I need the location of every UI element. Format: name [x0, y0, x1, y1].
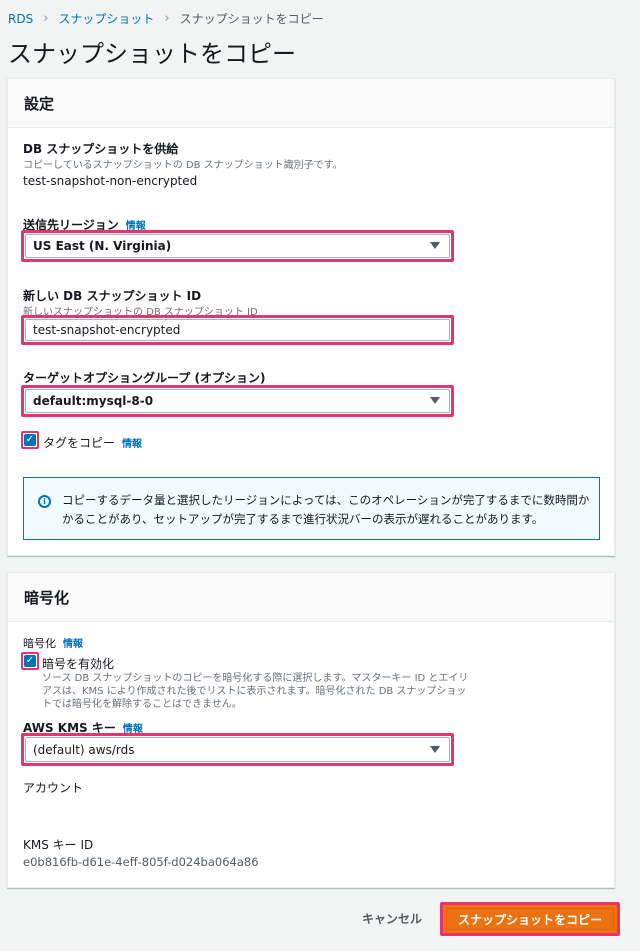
info-alert: i コピーするデータ量と選択したリージョンによっては、このオペレーションが完了す… — [23, 477, 600, 540]
enable-encryption-description-line: アスは、KMS により作成された後でリストに表示されます。暗号化された DB ス… — [42, 686, 467, 697]
encryption-info-link[interactable]: 情報 — [63, 639, 83, 650]
enable-encryption-description-line: ソース DB スナップショットのコピーを暗号化する際に選択します。マスターキー … — [42, 673, 469, 684]
caret-down-icon — [430, 745, 440, 753]
settings-panel: 設定 DB スナップショットを供給 コピーしているスナップショットの DB スナ… — [7, 78, 615, 556]
destination-region-select[interactable]: US East (N. Virginia) — [21, 230, 454, 262]
enable-encryption-description: ソース DB スナップショットのコピーを暗号化する際に選択します。マスターキー … — [42, 672, 468, 711]
new-snapshot-id-input[interactable]: test-snapshot-encrypted — [21, 315, 454, 345]
kms-key-value: (default) aws/rds — [33, 742, 135, 757]
kms-key-id-value: e0b816fb-d61e-4eff-805f-d024ba064a86 — [23, 855, 259, 869]
cancel-button[interactable]: キャンセル — [362, 910, 422, 927]
copy-snapshot-button[interactable]: スナップショットをコピー — [440, 902, 620, 936]
copy-tags-checkbox[interactable]: ✓ — [21, 431, 39, 449]
info-alert-text: コピーするデータ量と選択したリージョンによっては、このオペレーションが完了するま… — [62, 493, 590, 526]
account-label: アカウント — [23, 781, 84, 795]
copy-snapshot-button-label: スナップショットをコピー — [446, 908, 614, 930]
encryption-panel: 暗号化 暗号化 情報 ✓ 暗号を有効化 ソース DB スナップショットのコピーを暗… — [7, 572, 615, 888]
breadcrumb-rds[interactable]: RDS — [8, 12, 33, 26]
chevron-right-icon: › — [164, 11, 170, 26]
info-circle-icon: i — [38, 495, 51, 508]
settings-panel-header: 設定 — [8, 79, 614, 128]
kms-key-select[interactable]: (default) aws/rds — [21, 733, 454, 766]
enable-encryption-checkbox[interactable]: ✓ — [21, 652, 39, 670]
chevron-right-icon: › — [43, 11, 49, 26]
destination-region-value: US East (N. Virginia) — [33, 239, 172, 253]
caret-down-icon — [430, 242, 440, 249]
option-group-select[interactable]: default:mysql-8-0 — [21, 385, 454, 417]
page-title: スナップショットをコピー — [8, 40, 296, 68]
kms-key-id-label: KMS キー ID — [23, 838, 94, 852]
copy-tags-info-link[interactable]: 情報 — [122, 439, 142, 450]
checkmark-icon: ✓ — [24, 434, 36, 446]
copy-tags-label: タグをコピー 情報 — [43, 434, 142, 451]
breadcrumb-current: スナップショットをコピー — [179, 12, 324, 26]
checkmark-icon: ✓ — [24, 655, 36, 667]
option-group-label: ターゲットオプショングループ (オプション) — [23, 371, 266, 385]
copy-tags-label-text: タグをコピー — [43, 436, 116, 450]
encryption-label: 暗号化 情報 — [23, 635, 83, 651]
caret-down-icon — [430, 397, 440, 404]
enable-encryption-label: 暗号を有効化 — [42, 657, 115, 671]
encryption-panel-header: 暗号化 — [8, 573, 614, 622]
new-snapshot-id-label: 新しい DB スナップショット ID — [23, 289, 202, 303]
source-snapshot-value: test-snapshot-non-encrypted — [23, 174, 198, 188]
breadcrumb: RDS › スナップショット › スナップショットをコピー — [8, 10, 324, 27]
source-snapshot-label: DB スナップショットを供給 — [23, 142, 179, 156]
source-snapshot-description: コピーしているスナップショットの DB スナップショット識別子です。 — [23, 160, 343, 171]
encryption-label-text: 暗号化 — [23, 637, 56, 650]
option-group-value: default:mysql-8-0 — [33, 394, 154, 408]
breadcrumb-snapshots[interactable]: スナップショット — [58, 10, 154, 27]
enable-encryption-description-line: トでは暗号化を解除することはできません。 — [42, 699, 242, 710]
new-snapshot-id-value: test-snapshot-encrypted — [33, 323, 181, 337]
